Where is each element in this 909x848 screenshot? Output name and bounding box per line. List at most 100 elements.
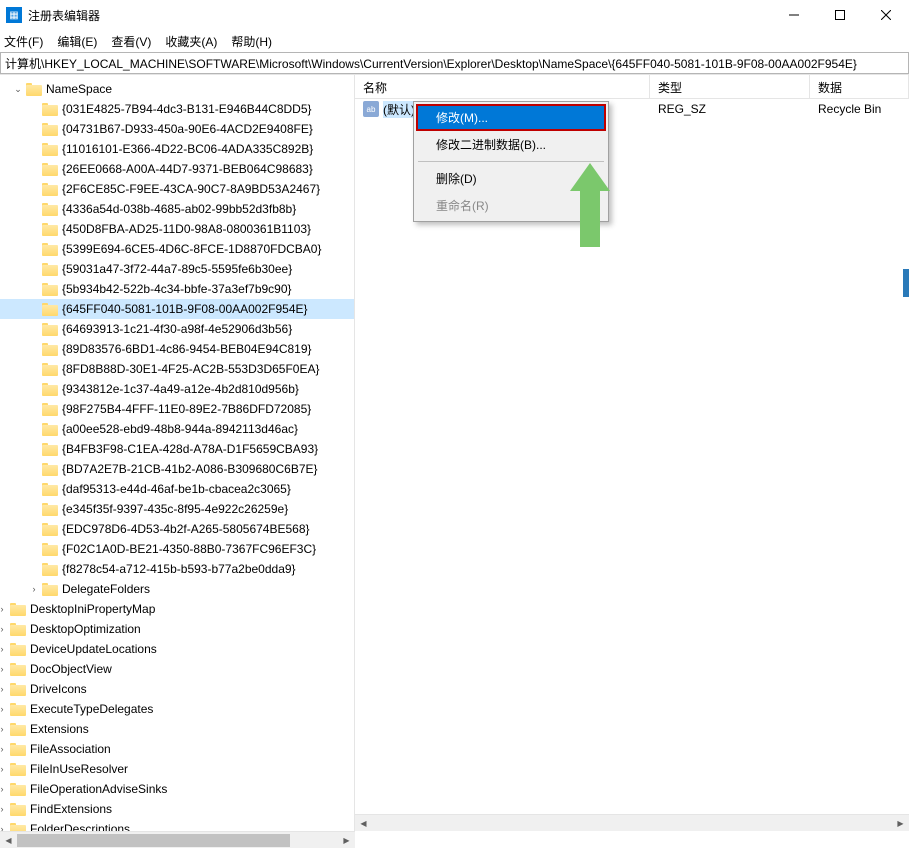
menu-view[interactable]: 查看(V): [111, 33, 151, 50]
tree-node-guid[interactable]: {BD7A2E7B-21CB-41b2-A086-B309680C6B7E}: [0, 459, 354, 479]
folder-icon: [42, 202, 58, 216]
folder-icon: [42, 282, 58, 296]
tree-node[interactable]: ›DocObjectView: [0, 659, 354, 679]
expander-closed-icon[interactable]: ›: [0, 764, 10, 774]
menu-favorites[interactable]: 收藏夹(A): [165, 33, 217, 50]
folder-icon: [42, 582, 58, 596]
tree-node-guid[interactable]: {EDC978D6-4D53-4b2f-A265-5805674BE568}: [0, 519, 354, 539]
tree-node-guid[interactable]: {450D8FBA-AD25-11D0-98A8-0800361B1103}: [0, 219, 354, 239]
tree-node-guid[interactable]: {645FF040-5081-101B-9F08-00AA002F954E}: [0, 299, 354, 319]
folder-icon: [26, 82, 42, 96]
tree-node[interactable]: ›DeviceUpdateLocations: [0, 639, 354, 659]
tree-node[interactable]: ›DesktopIniPropertyMap: [0, 599, 354, 619]
tree-node-delegatefolders[interactable]: DelegateFolders: [62, 582, 150, 596]
value-type: REG_SZ: [650, 102, 810, 116]
tree-node[interactable]: ›ExecuteTypeDelegates: [0, 699, 354, 719]
tree-node-guid[interactable]: {5b934b42-522b-4c34-bbfe-37a3ef7b9c90}: [0, 279, 354, 299]
tree-node[interactable]: › DriveIcons: [0, 679, 354, 699]
menu-file[interactable]: 文件(F): [4, 33, 43, 50]
expander-closed-icon[interactable]: ›: [0, 724, 10, 734]
tree-node-guid[interactable]: {04731B67-D933-450a-90E6-4ACD2E9408FE}: [0, 119, 354, 139]
close-button[interactable]: [863, 0, 909, 30]
tree-node-guid[interactable]: {89D83576-6BD1-4c86-9454-BEB04E94C819}: [0, 339, 354, 359]
values-panel: 名称 类型 数据 ab (默认) REG_SZ Recycle Bin 修改(M…: [355, 75, 909, 831]
tree-node-label: {EDC978D6-4D53-4b2f-A265-5805674BE568}: [62, 522, 310, 536]
tree-panel[interactable]: ⌄ NameSpace {031E4825-7B94-4dc3-B131-E94…: [0, 75, 355, 831]
tree-node[interactable]: ›FileOperationAdviseSinks: [0, 779, 354, 799]
expander-open-icon[interactable]: ⌄: [10, 84, 26, 95]
tree-node-guid[interactable]: {9343812e-1c37-4a49-a12e-4b2d810d956b}: [0, 379, 354, 399]
folder-icon: [10, 762, 26, 776]
tree-node[interactable]: ›FindExtensions: [0, 799, 354, 819]
tree-node-label: {a00ee528-ebd9-48b8-944a-8942113d46ac}: [62, 422, 298, 436]
tree-node-label: {5399E694-6CE5-4D6C-8FCE-1D8870FDCBA0}: [62, 242, 321, 256]
maximize-button[interactable]: [817, 0, 863, 30]
tree-node-label: {11016101-E366-4D22-BC06-4ADA335C892B}: [62, 142, 313, 156]
folder-icon: [42, 402, 58, 416]
tree-scrollbar-horizontal[interactable]: ◀ ▶: [0, 831, 355, 848]
scrollbar-horizontal[interactable]: ◀ ▶: [355, 814, 909, 831]
folder-icon: [42, 102, 58, 116]
tree-node[interactable]: ›FileInUseResolver: [0, 759, 354, 779]
expander-closed-icon[interactable]: ›: [0, 664, 10, 674]
expander-closed-icon[interactable]: ›: [0, 604, 10, 614]
column-name[interactable]: 名称: [355, 75, 650, 98]
address-bar[interactable]: 计算机\HKEY_LOCAL_MACHINE\SOFTWARE\Microsof…: [0, 52, 909, 74]
tree-node-guid[interactable]: {4336a54d-038b-4685-ab02-99bb52d3fb8b}: [0, 199, 354, 219]
tree-node-guid[interactable]: {98F275B4-4FFF-11E0-89E2-7B86DFD72085}: [0, 399, 354, 419]
expander-closed-icon[interactable]: ›: [0, 824, 10, 831]
menu-help[interactable]: 帮助(H): [231, 33, 272, 50]
tree-node-guid[interactable]: {64693913-1c21-4f30-a98f-4e52906d3b56}: [0, 319, 354, 339]
tree-node-label: {04731B67-D933-450a-90E6-4ACD2E9408FE}: [62, 122, 313, 136]
scroll-left-icon[interactable]: ◀: [0, 832, 17, 848]
ctx-delete[interactable]: 删除(D): [416, 165, 606, 192]
folder-icon: [42, 382, 58, 396]
expander-closed-icon[interactable]: ›: [0, 644, 10, 654]
folder-icon: [42, 122, 58, 136]
tree-node[interactable]: ›DesktopOptimization: [0, 619, 354, 639]
tree-node[interactable]: ›FolderDescriptions: [0, 819, 354, 831]
tree-node-guid[interactable]: {2F6CE85C-F9EE-43CA-90C7-8A9BD53A2467}: [0, 179, 354, 199]
scroll-right-icon[interactable]: ▶: [338, 832, 355, 848]
folder-icon: [42, 222, 58, 236]
column-type[interactable]: 类型: [650, 75, 810, 98]
menu-edit[interactable]: 编辑(E): [57, 33, 97, 50]
folder-icon: [10, 602, 26, 616]
expander-closed-icon[interactable]: ›: [0, 624, 10, 634]
ctx-modify[interactable]: 修改(M)...: [416, 104, 606, 131]
tree-node-label: {59031a47-3f72-44a7-89c5-5595fe6b30ee}: [62, 262, 292, 276]
folder-icon: [10, 702, 26, 716]
tree-node-label: DriveIcons: [30, 682, 87, 696]
value-name[interactable]: (默认): [383, 101, 415, 118]
tree-node-guid[interactable]: {031E4825-7B94-4dc3-B131-E946B44C8DD5}: [0, 99, 354, 119]
expander-closed-icon[interactable]: ›: [26, 584, 42, 594]
tree-node-guid[interactable]: {f8278c54-a712-415b-b593-b77a2be0dda9}: [0, 559, 354, 579]
scroll-right-icon[interactable]: ▶: [892, 815, 909, 831]
folder-icon: [10, 682, 26, 696]
tree-node-guid[interactable]: {8FD8B88D-30E1-4F25-AC2B-553D3D65F0EA}: [0, 359, 354, 379]
tree-node-guid[interactable]: {e345f35f-9397-435c-8f95-4e922c26259e}: [0, 499, 354, 519]
tree-node-guid[interactable]: {59031a47-3f72-44a7-89c5-5595fe6b30ee}: [0, 259, 354, 279]
expander-closed-icon[interactable]: ›: [0, 784, 10, 794]
scroll-left-icon[interactable]: ◀: [355, 815, 372, 831]
tree-node-label: {450D8FBA-AD25-11D0-98A8-0800361B1103}: [62, 222, 311, 236]
tree-node-guid[interactable]: {B4FB3F98-C1EA-428d-A78A-D1F5659CBA93}: [0, 439, 354, 459]
minimize-button[interactable]: [771, 0, 817, 30]
expander-closed-icon[interactable]: ›: [0, 704, 10, 714]
folder-icon: [42, 182, 58, 196]
tree-node-guid[interactable]: {a00ee528-ebd9-48b8-944a-8942113d46ac}: [0, 419, 354, 439]
expander-closed-icon[interactable]: ›: [0, 804, 10, 814]
folder-icon: [42, 342, 58, 356]
tree-node-guid[interactable]: {26EE0668-A00A-44D7-9371-BEB064C98683}: [0, 159, 354, 179]
expander-closed-icon[interactable]: ›: [0, 684, 10, 694]
tree-node-namespace[interactable]: NameSpace: [46, 82, 112, 96]
tree-node[interactable]: ›FileAssociation: [0, 739, 354, 759]
expander-closed-icon[interactable]: ›: [0, 744, 10, 754]
tree-node-guid[interactable]: {daf95313-e44d-46af-be1b-cbacea2c3065}: [0, 479, 354, 499]
column-data[interactable]: 数据: [810, 75, 909, 98]
tree-node-guid[interactable]: {11016101-E366-4D22-BC06-4ADA335C892B}: [0, 139, 354, 159]
ctx-modify-binary[interactable]: 修改二进制数据(B)...: [416, 131, 606, 158]
tree-node-guid[interactable]: {F02C1A0D-BE21-4350-88B0-7367FC96EF3C}: [0, 539, 354, 559]
tree-node-guid[interactable]: {5399E694-6CE5-4D6C-8FCE-1D8870FDCBA0}: [0, 239, 354, 259]
tree-node[interactable]: ›Extensions: [0, 719, 354, 739]
